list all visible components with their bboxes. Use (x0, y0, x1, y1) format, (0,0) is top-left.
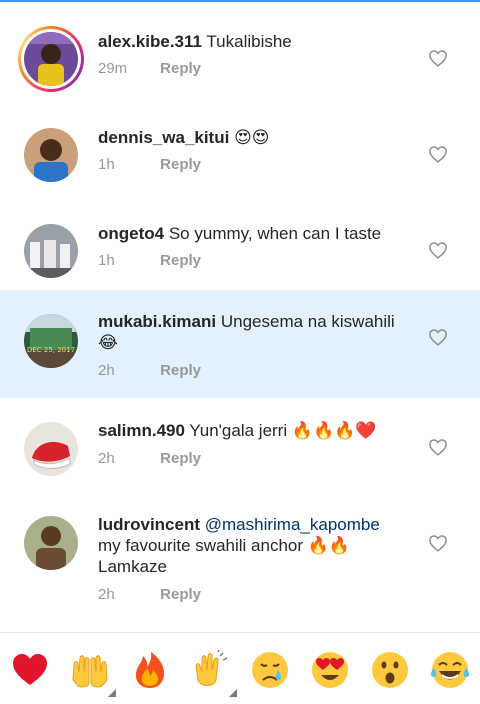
comment-row: ongeto4 So yummy, when can I taste 1h Re… (0, 194, 480, 290)
comment-time: 29m (98, 60, 128, 77)
skin-tone-indicator (229, 689, 237, 697)
like-heart-icon[interactable] (428, 328, 448, 346)
avatar[interactable] (24, 224, 78, 278)
heart-emoji-icon[interactable] (10, 650, 50, 690)
heart-eyes-face-emoji-icon[interactable] (310, 650, 350, 690)
comment-row: dennis_wa_kitui 😍😍 1h Reply (0, 98, 480, 194)
crying-face-emoji-icon[interactable] (250, 650, 290, 690)
comment-username[interactable]: alex.kibe.311 (98, 32, 202, 51)
comment-time: 2h (98, 586, 115, 603)
comment-text-line2: 😂 (98, 333, 118, 352)
avatar[interactable] (24, 422, 78, 476)
skin-tone-indicator (108, 689, 116, 697)
comment-text: Ungesema na kiswahili (220, 312, 395, 331)
reply-button[interactable]: Reply (160, 362, 201, 379)
like-heart-icon[interactable] (428, 49, 448, 67)
clapping-hands-emoji-icon[interactable] (190, 650, 230, 690)
comment-username[interactable]: ongeto4 (98, 224, 164, 243)
comment-text: Tukalibishe (206, 32, 292, 51)
avatar[interactable] (18, 26, 84, 92)
comment-row: ludrovincent @mashirima_kapombe my favou… (0, 496, 480, 626)
comment-text: Yun'gala jerri (189, 421, 288, 440)
avatar[interactable]: DEC 25, 2017 (24, 314, 78, 368)
like-heart-icon[interactable] (428, 145, 448, 163)
comment-text-line3: Lamkaze (98, 557, 167, 576)
like-heart-icon[interactable] (428, 534, 448, 552)
like-heart-icon[interactable] (428, 438, 448, 456)
reply-button[interactable]: Reply (160, 252, 201, 269)
surprised-face-emoji-icon[interactable] (370, 650, 410, 690)
comment-username[interactable]: dennis_wa_kitui (98, 128, 229, 147)
emoji-quick-bar (0, 632, 480, 704)
comment-username[interactable]: salimn.490 (98, 421, 185, 440)
comment-time: 2h (98, 450, 115, 467)
fire-icon: 🔥🔥🔥 (291, 421, 356, 440)
comment-row: alex.kibe.311 Tukalibishe 29m Reply (0, 2, 480, 98)
comment-mention[interactable]: @mashirima_kapombe (205, 515, 380, 534)
comment-time: 1h (98, 252, 115, 269)
comment-time: 1h (98, 156, 115, 173)
tears-of-joy-face-emoji-icon[interactable] (430, 650, 470, 690)
avatar-date-caption: DEC 25, 2017 (26, 346, 76, 354)
fire-icon: 🔥🔥 (307, 536, 351, 555)
comment-username[interactable]: mukabi.kimani (98, 312, 216, 331)
fire-emoji-icon[interactable] (130, 650, 170, 690)
avatar[interactable] (24, 128, 78, 182)
like-heart-icon[interactable] (428, 241, 448, 259)
comment-text: 😍😍 (234, 128, 270, 147)
comment-row: salimn.490 Yun'gala jerri 🔥🔥🔥❤️ 2h Reply (0, 398, 480, 496)
comment-text-line2: my favourite swahili anchor (98, 536, 304, 555)
comment-list: alex.kibe.311 Tukalibishe 29m Reply denn… (0, 2, 480, 626)
comment-username[interactable]: ludrovincent (98, 515, 200, 534)
raising-hands-emoji-icon[interactable] (70, 650, 110, 690)
avatar[interactable] (24, 516, 78, 570)
reply-button[interactable]: Reply (160, 60, 201, 77)
comment-time: 2h (98, 362, 115, 379)
reply-button[interactable]: Reply (160, 156, 201, 173)
red-heart-icon: ❤️ (355, 421, 377, 440)
reply-button[interactable]: Reply (160, 586, 201, 603)
comment-text: So yummy, when can I taste (168, 224, 382, 243)
comment-row-highlighted: DEC 25, 2017 mukabi.kimani Ungesema na k… (0, 290, 480, 398)
reply-button[interactable]: Reply (160, 450, 201, 467)
